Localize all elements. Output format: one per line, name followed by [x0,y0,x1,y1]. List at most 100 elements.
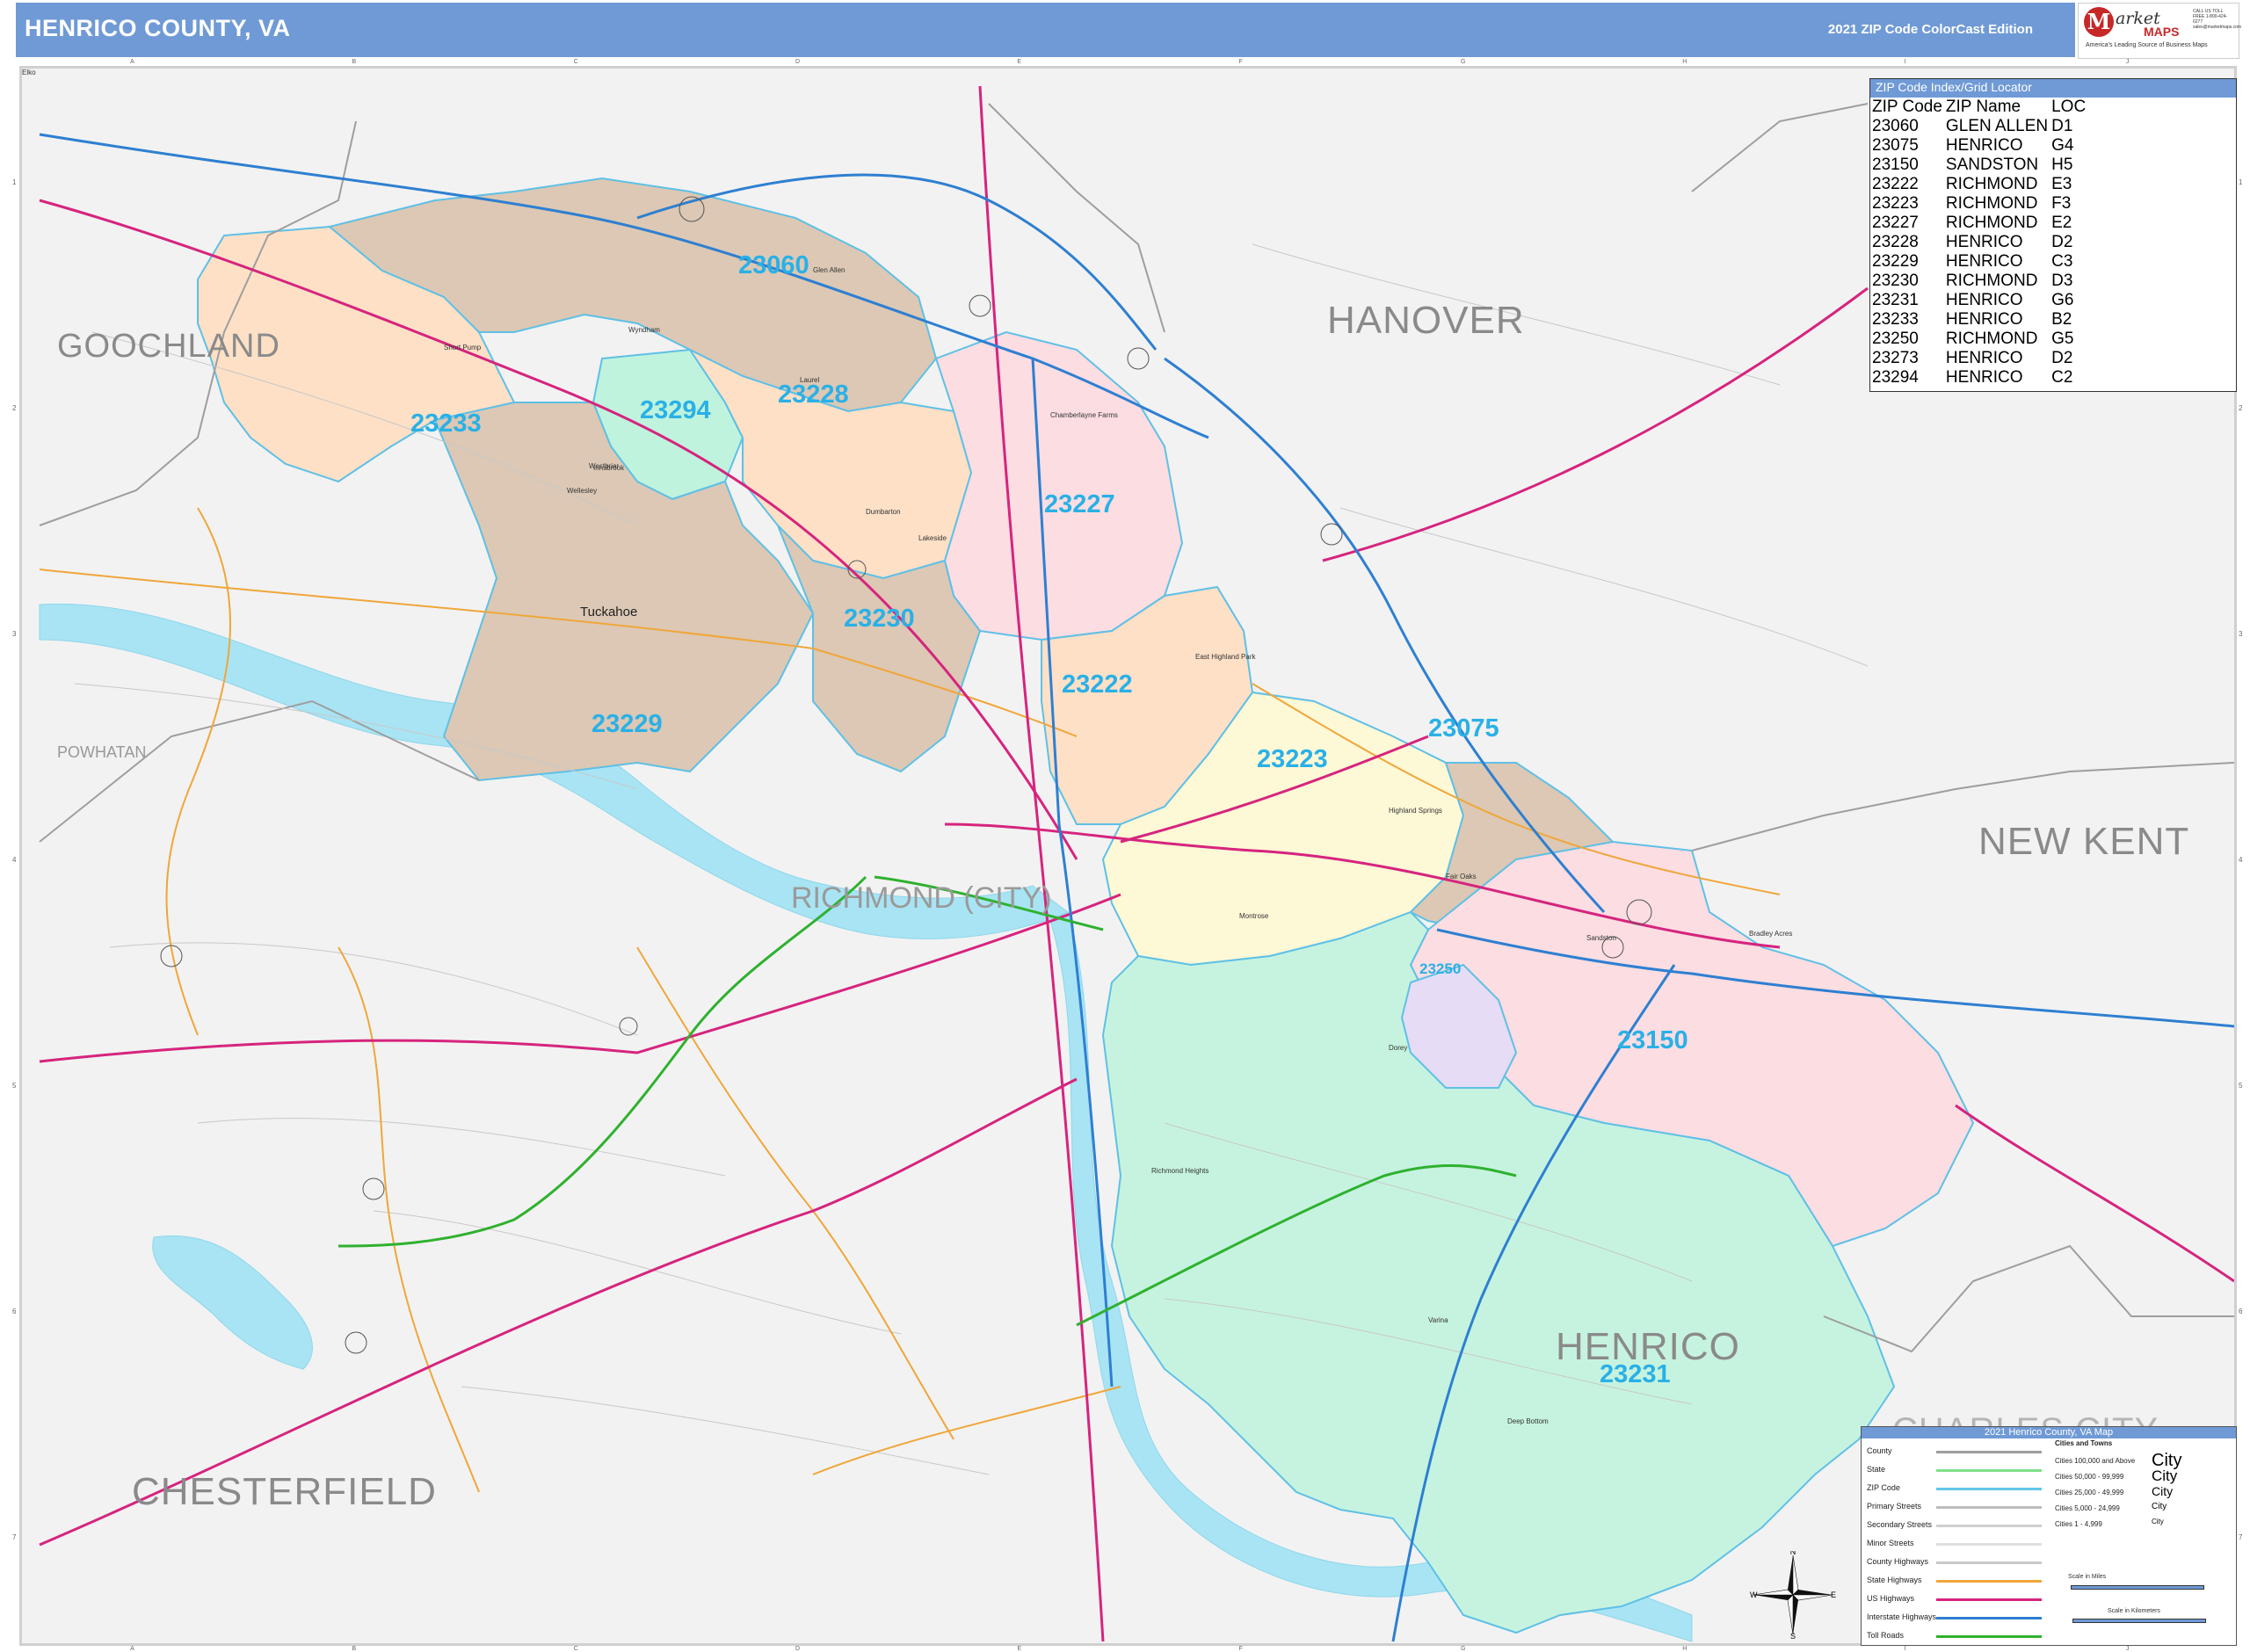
zip-index-cell: GLEN ALLEN [1945,117,2049,135]
zip-index-row[interactable]: 23229 HENRICO C3 [1872,252,2089,272]
place-wellesley: Wellesley [567,487,598,495]
scale-bar-miles [2071,1585,2204,1590]
zip-index-row[interactable]: 23222 RICHMOND E3 [1872,175,2089,194]
legend-line-label: Primary Streets [1867,1502,1922,1511]
grid-row-label: 2 [12,404,17,413]
edition-label: 2021 ZIP Code ColorCast Edition [1827,22,2033,37]
zip-label-23227[interactable]: 23227 [1044,490,1115,519]
county-label-goochland: GOOCHLAND [57,328,280,365]
zip-index-row[interactable]: 23294 HENRICO C2 [1872,368,2089,388]
zip-label-23233[interactable]: 23233 [410,409,482,438]
zip-index-row[interactable]: 23230 RICHMOND D3 [1872,272,2089,291]
grid-column-label: I [1904,59,1906,65]
legend-line-swatch [1936,1561,2042,1564]
zip-index-row[interactable]: 23231 HENRICO G6 [1872,291,2089,310]
place-east-highland-park: East Highland Park [1195,653,1256,661]
zip-index-cell: 23273 [1872,349,1919,367]
zip-index-cell: 23228 [1872,233,1919,251]
zip-index-col: LOC [2051,98,2087,116]
legend-line-swatch [1936,1525,2042,1527]
zip-label-23230[interactable]: 23230 [844,605,915,634]
place-sandston: Sandston [1586,934,1616,942]
zip-index-row[interactable]: 23250 RICHMOND G5 [1872,330,2089,349]
legend-line-label: County Highways [1867,1557,1929,1566]
zip-index-heading: ZIP Code Index/Grid Locator [1870,79,2236,98]
legend-line-label: County [1867,1446,1892,1455]
grid-row-label: 6 [12,1307,17,1315]
place-richmond-heights: Richmond Heights [1151,1167,1209,1175]
legend-line-label: US Highways [1867,1594,1915,1603]
legend-line-swatch [1936,1506,2042,1509]
legend-city-label: Cities 5,000 - 24,999 [2055,1504,2120,1512]
zip-label-23229[interactable]: 23229 [592,710,663,739]
grid-column-label: D [795,1646,801,1652]
zip-index-row[interactable]: 23227 RICHMOND E2 [1872,214,2089,233]
legend-line-swatch [1936,1488,2042,1490]
zip-index-panel: ZIP Code Index/Grid Locator ZIP Code ZIP… [1869,78,2237,392]
place-varina: Varina [1428,1316,1448,1324]
legend-line-label: Minor Streets [1867,1539,1914,1547]
scale-km-label: Scale in Kilometers [2108,1608,2160,1614]
zip-index-row[interactable]: 23223 RICHMOND F3 [1872,194,2089,214]
legend-line-swatch [1936,1543,2042,1546]
grid-ruler-right: 1 2 3 4 5 6 7 [2237,66,2247,1646]
swift-creek-reservoir [152,1235,313,1370]
legend-line-label: Interstate Highways [1867,1612,1937,1621]
logo-maps: MAPS [2144,25,2180,39]
zip-index-cell: B2 [2051,310,2072,329]
legend-city-sample: City [2152,1501,2167,1511]
zip-index-row[interactable]: 23233 HENRICO B2 [1872,310,2089,330]
zip-index-row[interactable]: 23060 GLEN ALLEN D1 [1872,117,2089,136]
zip-index-cell: RICHMOND [1945,194,2038,213]
zip-index-cell: 23075 [1872,136,1919,155]
zip-label-23075[interactable]: 23075 [1428,714,1499,743]
zip-index-row[interactable]: 23273 HENRICO D2 [1872,349,2089,368]
county-label-hanover: HANOVER [1327,299,1525,342]
zip-index-row[interactable]: 23075 HENRICO G4 [1872,136,2089,156]
zip-index-cell: HENRICO [1945,252,2023,271]
zip-index-cell: F3 [2051,194,2072,213]
zip-label-23150[interactable]: 23150 [1617,1026,1688,1055]
zip-index-cell: G6 [2051,291,2074,309]
grid-column-label: A [130,1646,134,1652]
city-label-richmond: RICHMOND (CITY) [791,881,1052,915]
legend-line-swatch [1936,1635,2042,1638]
place-lakeside: Lakeside [918,534,947,542]
zip-label-23250[interactable]: 23250 [1419,960,1461,978]
zip-label-23231[interactable]: 23231 [1600,1360,1671,1389]
grid-column-label: G [1460,1646,1466,1652]
zip-index-row[interactable]: 23228 HENRICO D2 [1872,233,2089,252]
place-chamberlayne: Chamberlayne Farms [1050,411,1118,419]
place-elko: Elko [22,69,36,76]
legend-line-swatch [1936,1617,2042,1619]
legend-line-label: State Highways [1867,1576,1922,1584]
zip-label-23060[interactable]: 23060 [738,251,809,280]
zip-index-table: ZIP Code ZIP Name LOC 23060 GLEN ALLEN D1 2… [1872,98,2089,388]
grid-column-label: G [1460,59,1466,65]
grid-ruler-left: 1 2 3 4 5 6 7 [11,66,19,1646]
grid-row-label: 4 [2239,856,2243,864]
grid-column-label: B [352,1646,357,1652]
zip-index-cell: E2 [2051,214,2072,232]
zip-label-23294[interactable]: 23294 [640,396,711,425]
zip-index-row[interactable]: 23150 SANDSTON H5 [1872,156,2089,175]
zip-index-cell: HENRICO [1945,136,2023,155]
grid-column-label: E [1017,1646,1022,1652]
logo-tagline: America's Leading Source of Business Map… [2086,42,2208,48]
zip-index-cell: HENRICO [1945,368,2023,387]
compass-e: E [1831,1590,1836,1599]
grid-column-label: C [573,1646,578,1652]
grid-row-label: 5 [12,1081,17,1090]
market-maps-logo[interactable]: M arket MAPS America's Leading Source of… [2078,3,2241,59]
grid-column-label: D [795,59,801,65]
zip-label-23222[interactable]: 23222 [1062,670,1133,699]
zip-index-cell: 23294 [1872,368,1919,387]
zip-index-cell: C3 [2051,252,2073,271]
place-short-pump: Short Pump [444,344,482,351]
zip-label-23228[interactable]: 23228 [778,380,849,409]
zip-index-cell: 23060 [1872,117,1919,135]
county-label-powhatan: POWHATAN [57,743,147,761]
zip-label-23223[interactable]: 23223 [1257,745,1328,774]
legend-city-sample: City [2152,1518,2164,1526]
zip-index-cell: 23227 [1872,214,1919,232]
